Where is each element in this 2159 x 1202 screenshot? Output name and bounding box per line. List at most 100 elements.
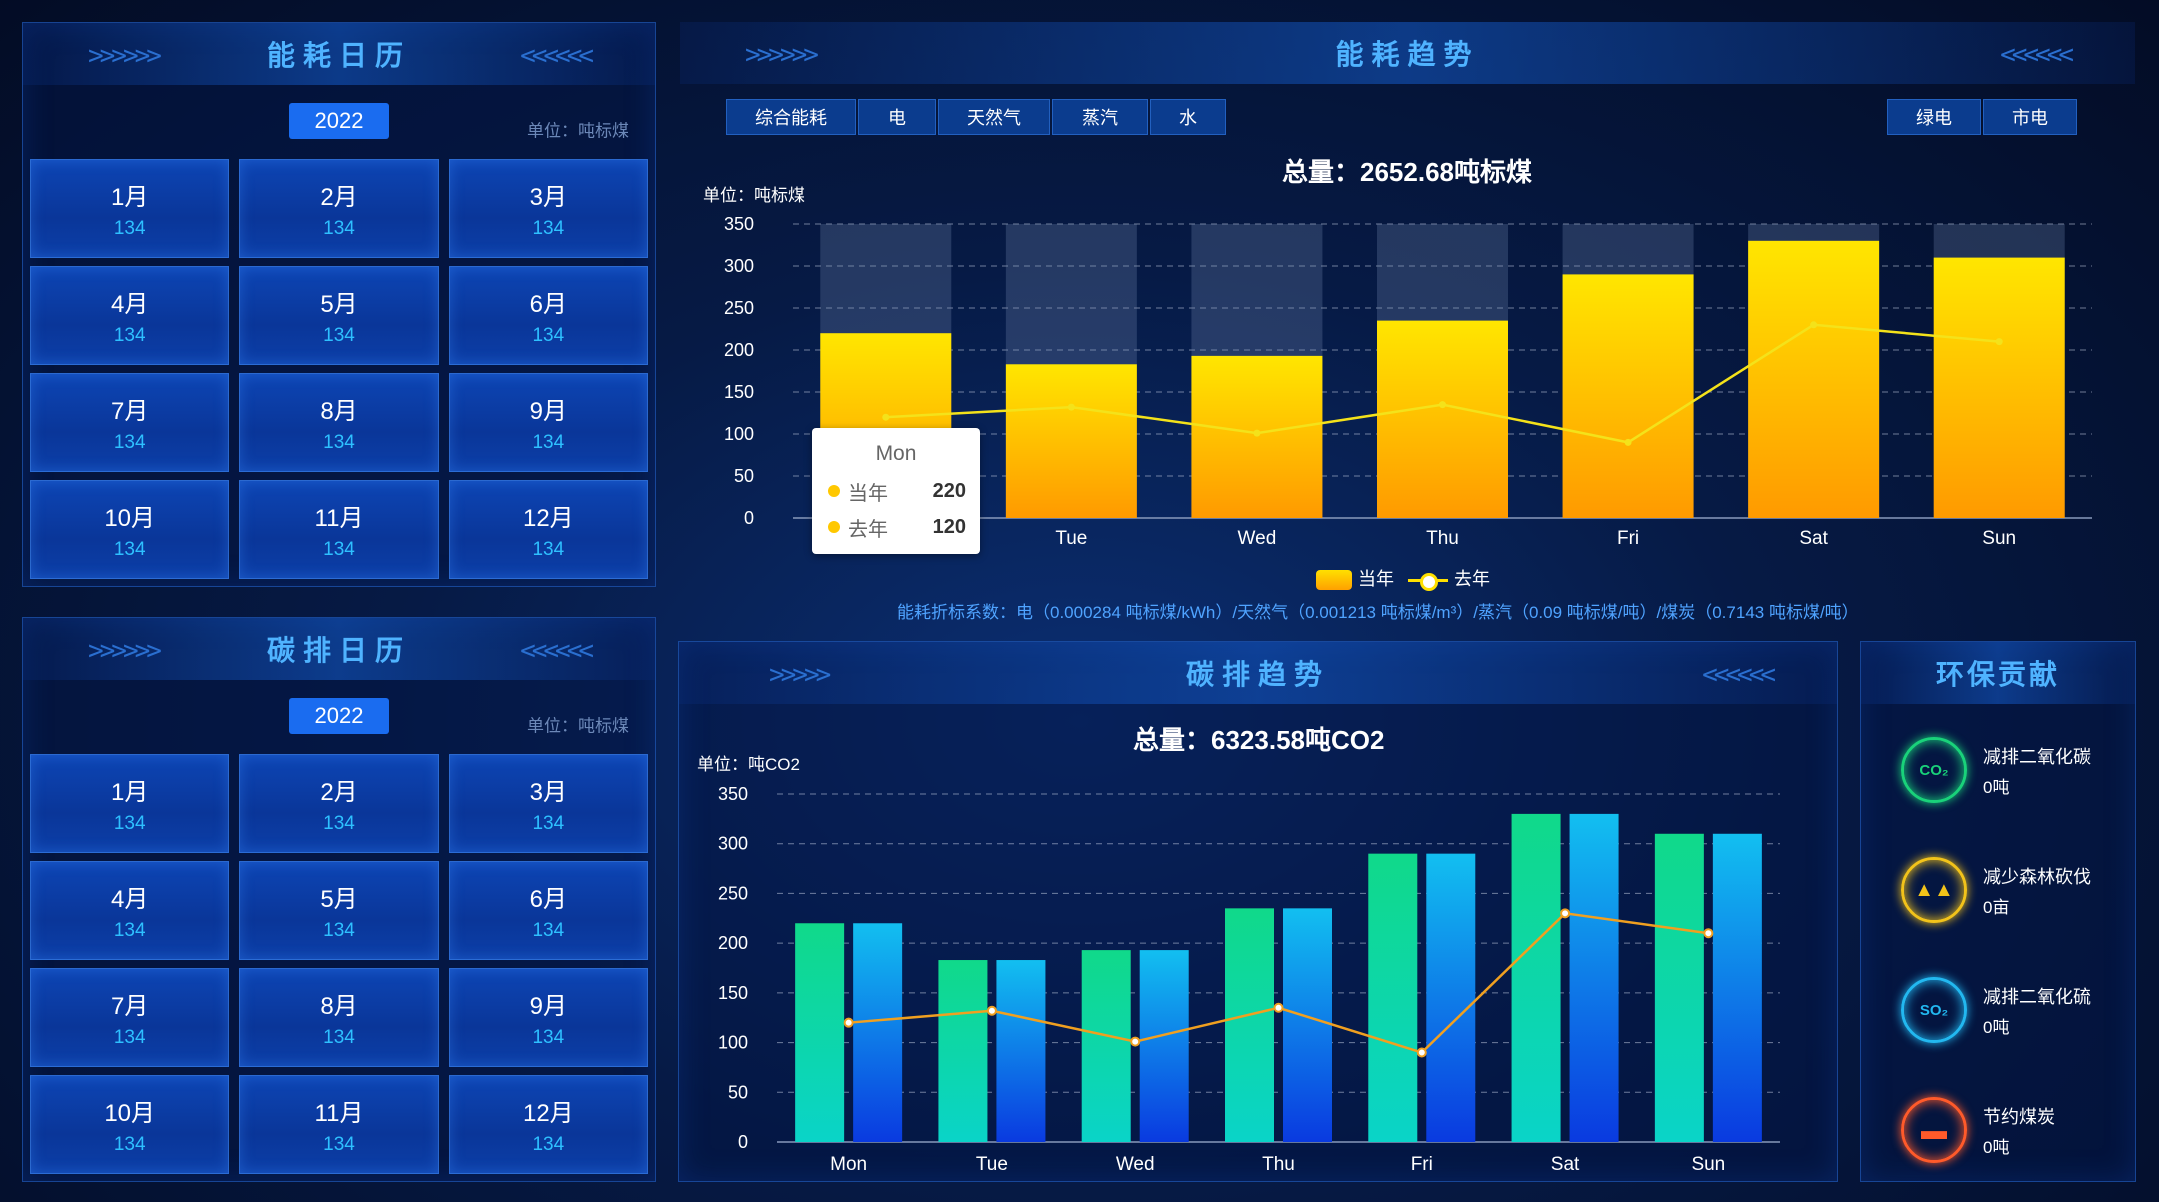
eco-text: 减少森林砍伐 0亩 [1983,863,2091,918]
line-point [1995,338,2003,346]
legend-bar-swatch [1316,570,1352,591]
chevron-left-icon: <<<<<< [520,636,594,666]
tooltip-value: 120 [932,515,966,538]
tab-grid-power[interactable]: 市电 [1983,99,2077,135]
tab-steam[interactable]: 蒸汽 [1052,99,1148,135]
month-label: 12月 [522,505,574,532]
month-cell[interactable]: 3月 134 [448,159,648,258]
coal-cart-icon: ▬ [1901,1097,1967,1163]
tab-water[interactable]: 水 [1150,99,1226,135]
co2-cloud-icon: CO₂ [1901,737,1967,803]
month-cell[interactable]: 4月 134 [30,266,230,365]
month-value: 134 [532,539,565,560]
month-value: 134 [323,920,355,941]
month-label: 12月 [522,1100,574,1127]
month-value: 134 [113,1134,146,1155]
month-label: 8月 [320,398,358,425]
chevron-left-icon: <<<<<< [520,41,594,71]
month-label: 4月 [110,886,149,913]
month-cell[interactable]: 2月 134 [239,754,439,853]
month-cell[interactable]: 3月 134 [448,754,648,853]
month-cell[interactable]: 7月 134 [30,373,230,472]
y-tick-label: 250 [724,298,754,318]
bar-series-b [1712,833,1762,1142]
month-cell[interactable]: 1月 134 [30,754,230,853]
legend-item-last[interactable]: 去年 [1408,565,1490,592]
bar-series-a [1225,908,1274,1142]
eco-title: 环保贡献 [1935,658,2060,691]
month-value: 134 [323,325,355,346]
month-cell[interactable]: 1月 134 [30,159,230,258]
line-point [882,413,890,421]
bar-series-a [1368,853,1418,1142]
eco-contribution-panel: 环保贡献 CO₂ 减排二氧化碳 0吨 ▲▲ 减少森林砍伐 0亩 SO₂ 减排二氧化硫 0吨 ▬ 节约… [1860,641,2136,1182]
carbon-calendar-unit: 单位：吨标煤 [527,716,629,736]
tooltip-label: 当年 [848,482,888,505]
y-tick-label: 300 [724,256,754,276]
tab-electricity[interactable]: 电 [858,99,936,135]
eco-item: ▬ 节约煤炭 0吨 [1901,1097,2055,1163]
line-point [843,1017,854,1028]
month-cell[interactable]: 11月 134 [239,480,439,579]
x-tick-label: Fri [1411,1154,1433,1175]
bar-series-a [1081,950,1131,1142]
month-cell[interactable]: 2月 134 [239,159,439,258]
eco-badge: SO₂ [1919,1001,1949,1019]
tab-green-power[interactable]: 绿电 [1887,99,1981,135]
month-value: 134 [113,218,146,239]
eco-value: 0吨 [1983,1017,2010,1037]
eco-item: SO₂ 减排二氧化硫 0吨 [1901,977,2091,1043]
month-value: 134 [323,1134,355,1155]
month-label: 2月 [320,779,358,806]
legend-dot [828,521,840,533]
x-tick-label: Fri [1617,528,1639,549]
y-tick-label: 150 [724,382,754,402]
tab-comprehensive[interactable]: 综合能耗 [726,99,856,135]
month-label: 8月 [320,993,358,1020]
month-label: 10月 [104,505,156,532]
month-cell[interactable]: 8月 134 [239,373,439,472]
month-label: 6月 [529,291,567,318]
month-value: 134 [113,432,146,453]
month-cell[interactable]: 12月 134 [448,480,648,579]
legend-item-current[interactable]: 当年 [1316,565,1394,591]
legend-dot [828,485,840,497]
month-cell[interactable]: 6月 134 [448,266,648,365]
eco-item: ▲▲ 减少森林砍伐 0亩 [1901,857,2091,923]
month-cell[interactable]: 7月 134 [30,968,230,1067]
x-tick-label: Sun [1691,1154,1725,1175]
month-cell[interactable]: 12月 134 [448,1075,648,1174]
line-point [1810,321,1818,329]
month-label: 7月 [110,993,149,1020]
month-label: 6月 [529,886,567,913]
y-tick-label: 150 [718,983,748,1003]
month-cell[interactable]: 8月 134 [239,968,439,1067]
energy-conversion-footnote: 能耗折标系数：电（0.000284 吨标煤/kWh）/天然气（0.001213 … [897,603,1859,622]
month-cell[interactable]: 5月 134 [239,266,439,365]
chevron-right-icon: >>>>>> [745,40,819,70]
eco-label: 减排二氧化碳 [1983,746,2091,767]
bar-current-year [1191,355,1323,518]
eco-glyph: ▬ [1921,1114,1947,1145]
x-tick-label: Sun [1982,528,2016,549]
tab-natural-gas[interactable]: 天然气 [938,99,1050,135]
month-cell[interactable]: 10月 134 [30,1075,230,1174]
carbon-year-selector[interactable]: 2022 [289,698,389,734]
month-cell[interactable]: 9月 134 [448,373,648,472]
month-cell[interactable]: 9月 134 [448,968,648,1067]
chevron-left-icon: <<<<<< [2000,40,2074,70]
month-cell[interactable]: 10月 134 [30,480,230,579]
month-cell[interactable]: 11月 134 [239,1075,439,1174]
x-tick-label: Tue [976,1154,1008,1175]
tree-icon: ▲▲ [1901,857,1967,923]
y-tick-label: 0 [738,1132,748,1152]
line-point [986,1005,997,1016]
energy-year-selector[interactable]: 2022 [289,103,389,139]
month-cell[interactable]: 6月 134 [448,861,648,960]
bar-series-b [1426,853,1476,1142]
bar-current-year [1933,257,2065,518]
month-cell[interactable]: 5月 134 [239,861,439,960]
bar-series-a [938,960,988,1142]
month-cell[interactable]: 4月 134 [30,861,230,960]
line-point [1439,401,1446,409]
